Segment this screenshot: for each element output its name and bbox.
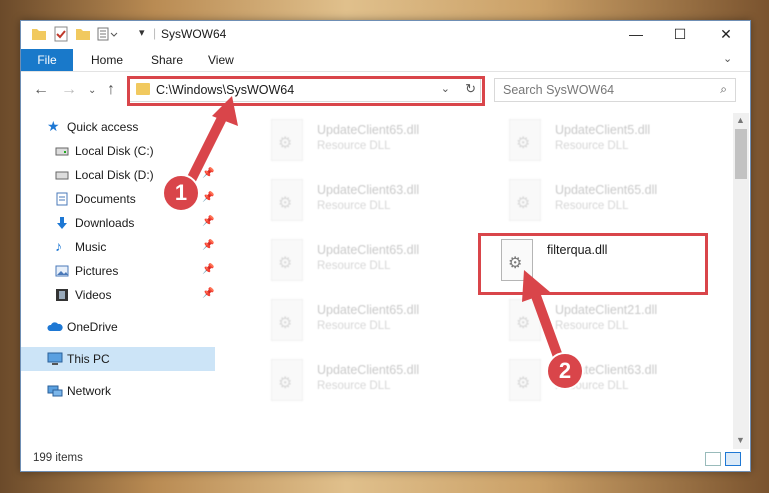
step-2-badge: 2 — [546, 352, 584, 390]
arrow-2 — [522, 270, 565, 367]
annotation-arrows — [185, 96, 565, 367]
step-1-badge: 1 — [162, 174, 200, 212]
arrow-1 — [185, 96, 238, 187]
